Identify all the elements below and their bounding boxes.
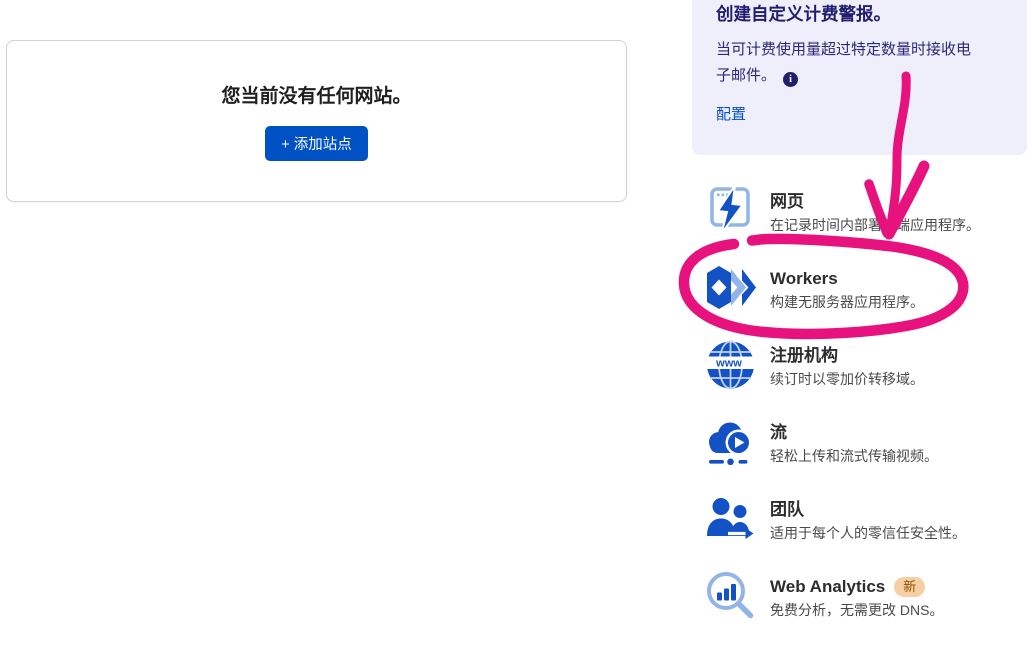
pages-icon [705, 185, 756, 236]
empty-state-message: 您当前没有任何网站。 [221, 81, 411, 108]
product-title: Workers [770, 268, 924, 290]
product-description: 免费分析，无需更改 DNS。 [770, 600, 943, 621]
product-description: 轻松上传和流式传输视频。 [770, 446, 938, 467]
svg-text:www: www [715, 358, 742, 370]
empty-state-card: 您当前没有任何网站。 + 添加站点 [6, 40, 627, 202]
product-item-workers[interactable]: Workers 构建无服务器应用程序。 [705, 262, 1025, 313]
product-item-teams[interactable]: 团队 适用于每个人的零信任安全性。 [705, 493, 1025, 544]
product-title: 网页 [770, 191, 980, 213]
product-item-pages[interactable]: 网页 在记录时间内部署前端应用程序。 [705, 185, 1025, 236]
product-title: Web Analytics [770, 576, 885, 598]
billing-alert-title: 创建自定义计费警报。 [716, 2, 1001, 26]
product-title: 注册机构 [770, 345, 924, 367]
product-description: 在记录时间内部署前端应用程序。 [770, 215, 980, 236]
registrar-icon: www [705, 339, 756, 390]
configure-link[interactable]: 配置 [716, 103, 746, 124]
billing-alert-panel: 创建自定义计费警报。 当可计费使用量超过特定数量时接收电子邮件。i 配置 [692, 0, 1027, 155]
product-title: 团队 [770, 499, 966, 521]
info-icon[interactable]: i [783, 72, 798, 87]
product-list: 网页 在记录时间内部署前端应用程序。 Workers 构建无服务器应用程序。 [705, 185, 1025, 647]
product-title: 流 [770, 422, 938, 444]
web-analytics-icon [705, 570, 756, 621]
teams-icon [705, 493, 756, 544]
product-item-web-analytics[interactable]: Web Analytics 新 免费分析，无需更改 DNS。 [705, 570, 1025, 621]
workers-icon [705, 262, 756, 313]
product-description: 续订时以零加价转移域。 [770, 369, 924, 390]
stream-icon [705, 416, 756, 467]
product-description: 适用于每个人的零信任安全性。 [770, 523, 966, 544]
product-item-stream[interactable]: 流 轻松上传和流式传输视频。 [705, 416, 1025, 467]
product-description: 构建无服务器应用程序。 [770, 292, 924, 313]
billing-alert-description: 当可计费使用量超过特定数量时接收电子邮件。i [716, 37, 984, 89]
new-badge: 新 [894, 577, 925, 597]
add-site-button[interactable]: + 添加站点 [265, 126, 368, 161]
product-item-registrar[interactable]: www 注册机构 续订时以零加价转移域。 [705, 339, 1025, 390]
